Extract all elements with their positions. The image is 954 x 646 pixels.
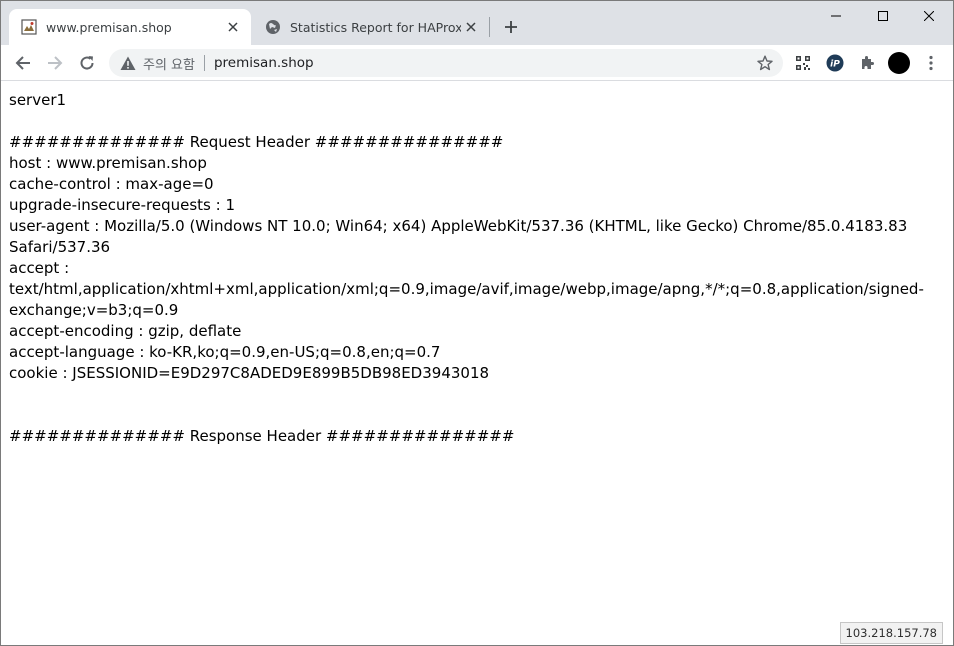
ip-extension-icon[interactable]: iP: [823, 51, 847, 75]
site-favicon-icon: [21, 19, 37, 35]
content-line: accept-encoding : gzip, deflate: [9, 322, 242, 340]
tab-close-icon[interactable]: [461, 17, 481, 37]
content-line: cache-control : max-age=0: [9, 175, 214, 193]
content-line: accept-language : ko-KR,ko;q=0.9,en-US;q…: [9, 343, 441, 361]
warning-icon[interactable]: [119, 54, 137, 72]
content-line: [9, 384, 945, 405]
url-text[interactable]: premisan.shop: [214, 55, 314, 71]
extensions-puzzle-icon[interactable]: [855, 51, 879, 75]
profile-avatar[interactable]: [887, 51, 911, 75]
content-line: upgrade-insecure-requests : 1: [9, 196, 235, 214]
globe-icon: [265, 19, 281, 35]
minimize-icon: [831, 15, 841, 17]
forward-button[interactable]: [41, 49, 69, 77]
title-bar: www.premisan.shop Statistics Report for …: [1, 1, 953, 45]
tab-title: Statistics Report for HAProxy: [290, 19, 461, 35]
content-line: cookie : JSESSIONID=E9D297C8ADED9E899B5D…: [9, 364, 490, 382]
more-menu-icon[interactable]: [919, 51, 943, 75]
maximize-button[interactable]: [860, 1, 906, 31]
status-bar: 103.218.157.78: [839, 622, 943, 644]
tab-separator: [489, 17, 490, 37]
forward-arrow-icon: [48, 56, 63, 70]
plus-icon: [505, 21, 517, 33]
content-line: [9, 405, 945, 426]
back-arrow-icon: [15, 56, 30, 70]
tab-premisan[interactable]: www.premisan.shop: [9, 9, 251, 45]
content-line: user-agent : Mozilla/5.0 (Windows NT 10.…: [9, 217, 908, 256]
content-line: ############## Request Header ##########…: [9, 133, 504, 151]
bookmark-star-icon[interactable]: [755, 53, 775, 73]
content-line: [9, 111, 945, 132]
back-button[interactable]: [9, 49, 37, 77]
close-window-button[interactable]: [906, 1, 952, 31]
maximize-icon: [878, 11, 888, 21]
tab-haproxy-stats[interactable]: Statistics Report for HAProxy: [253, 9, 489, 45]
content-line: accept : text/html,application/xhtml+xml…: [9, 259, 924, 319]
address-divider: [203, 55, 205, 71]
browser-toolbar: 주의 요함 premisan.shop iP: [1, 45, 953, 81]
browser-window: www.premisan.shop Statistics Report for …: [0, 0, 954, 646]
svg-text:iP: iP: [830, 60, 840, 70]
qr-code-icon[interactable]: [791, 51, 815, 75]
close-icon: [924, 11, 934, 21]
tab-close-icon[interactable]: [223, 17, 243, 37]
content-line: ############## Response Header #########…: [9, 427, 515, 445]
content-line: server1: [9, 91, 67, 109]
tab-title: www.premisan.shop: [46, 19, 172, 35]
new-tab-button[interactable]: [499, 15, 523, 39]
content-line: host : www.premisan.shop: [9, 154, 207, 172]
page-content: server1 ############## Request Header ###…: [1, 82, 953, 645]
security-label[interactable]: 주의 요함: [143, 54, 195, 73]
reload-button[interactable]: [73, 49, 101, 77]
address-bar[interactable]: 주의 요함 premisan.shop: [109, 49, 783, 77]
minimize-button[interactable]: [813, 1, 859, 31]
reload-icon: [80, 56, 94, 70]
